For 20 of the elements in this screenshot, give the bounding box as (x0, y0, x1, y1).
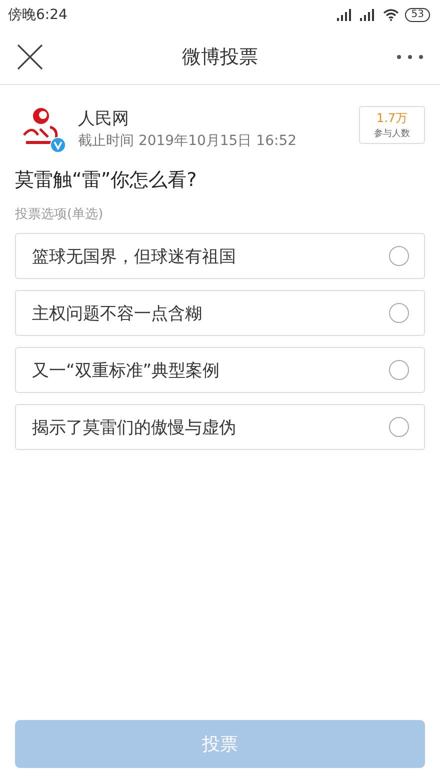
poll-question: 莫雷触“雷”你怎么看? (15, 168, 198, 193)
participants-label: 参与人数 (374, 128, 410, 140)
radio-button[interactable] (389, 417, 409, 437)
radio-button[interactable] (389, 360, 409, 380)
radio-button[interactable] (389, 303, 409, 323)
poll-option[interactable]: 篮球无国界，但球迷有祖国 (15, 233, 425, 279)
more-button[interactable] (396, 54, 424, 60)
radio-button[interactable] (389, 246, 409, 266)
battery-level: 53 (405, 8, 430, 22)
wifi-icon (383, 9, 400, 21)
page-title: 微博投票 (181, 45, 259, 70)
close-button[interactable] (16, 43, 44, 71)
deadline-text: 截止时间 2019年10月15日 16:52 (78, 132, 298, 150)
poll-hint: 投票选项(单选) (15, 206, 104, 223)
author-name: 人民网 (78, 108, 130, 130)
status-time: 傍晚6:24 (8, 6, 68, 24)
participants-count: 1.7万 (376, 110, 408, 127)
poll-option[interactable]: 揭示了莫雷们的傲慢与虚伪 (15, 404, 425, 450)
poll-option[interactable]: 又一“双重标准”典型案例 (15, 347, 425, 393)
poll-option[interactable]: 主权问题不容一点含糊 (15, 290, 425, 336)
